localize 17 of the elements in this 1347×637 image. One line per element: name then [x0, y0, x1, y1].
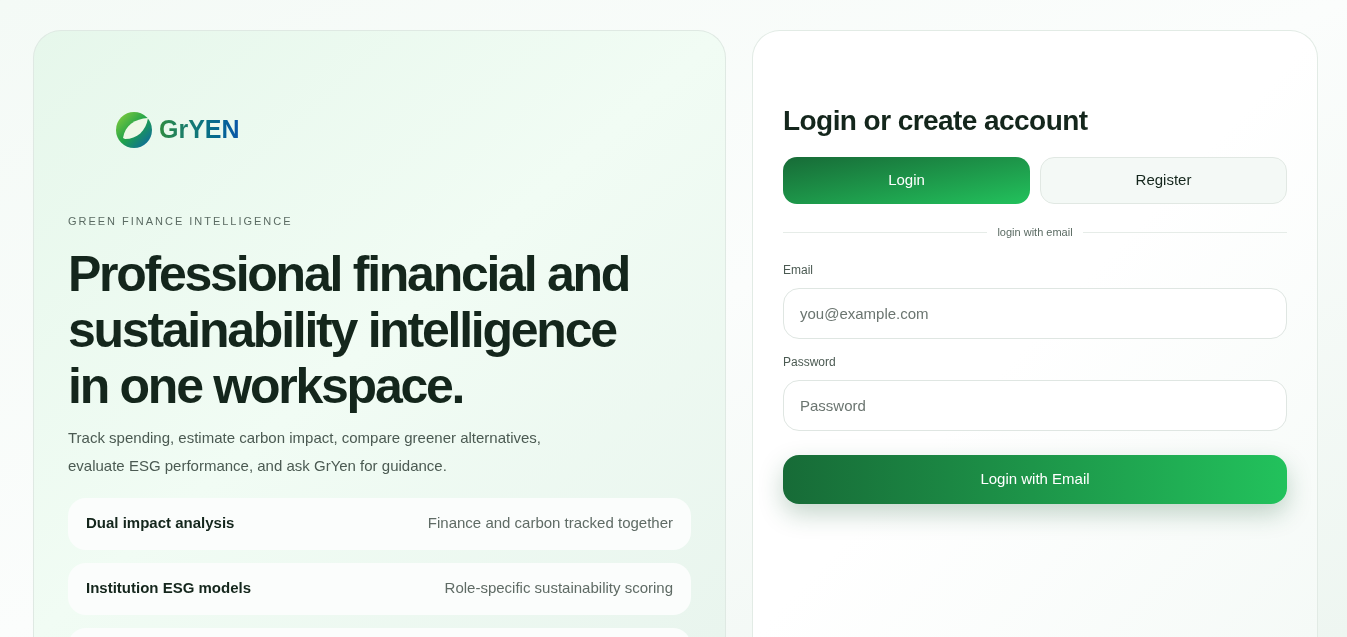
- description-text: Track spending, estimate carbon impact, compare greener alternatives, evaluate ESG performance, and ask GrYen for guidance.: [68, 427, 542, 476]
- field-label: Email: [783, 261, 814, 279]
- auth-title: Login or create account: [783, 104, 1089, 138]
- feature-detail: Finance and carbon tracked together: [427, 513, 673, 534]
- eyebrow-text: GREEN FINANCE INTELLIGENCE: [68, 214, 294, 229]
- input-field[interactable]: you@example.com: [783, 287, 1287, 339]
- divider-label: login with email: [997, 225, 1073, 240]
- field-label: Password: [783, 353, 837, 371]
- feature-detail: Role-specific sustainability scoring: [444, 578, 673, 599]
- headline: Professional financial and sustainability intelligence in one workspace.: [68, 245, 631, 414]
- leaf-globe-icon: [115, 111, 153, 149]
- feature-title: Institution ESG models: [86, 578, 251, 599]
- input-field[interactable]: Password: [783, 379, 1287, 431]
- login-email-button[interactable]: Login with Email: [783, 454, 1287, 504]
- auth-tab[interactable]: Login: [783, 157, 1030, 204]
- auth-tab[interactable]: Register: [1040, 157, 1287, 204]
- feature-title: Dual impact analysis: [86, 513, 235, 534]
